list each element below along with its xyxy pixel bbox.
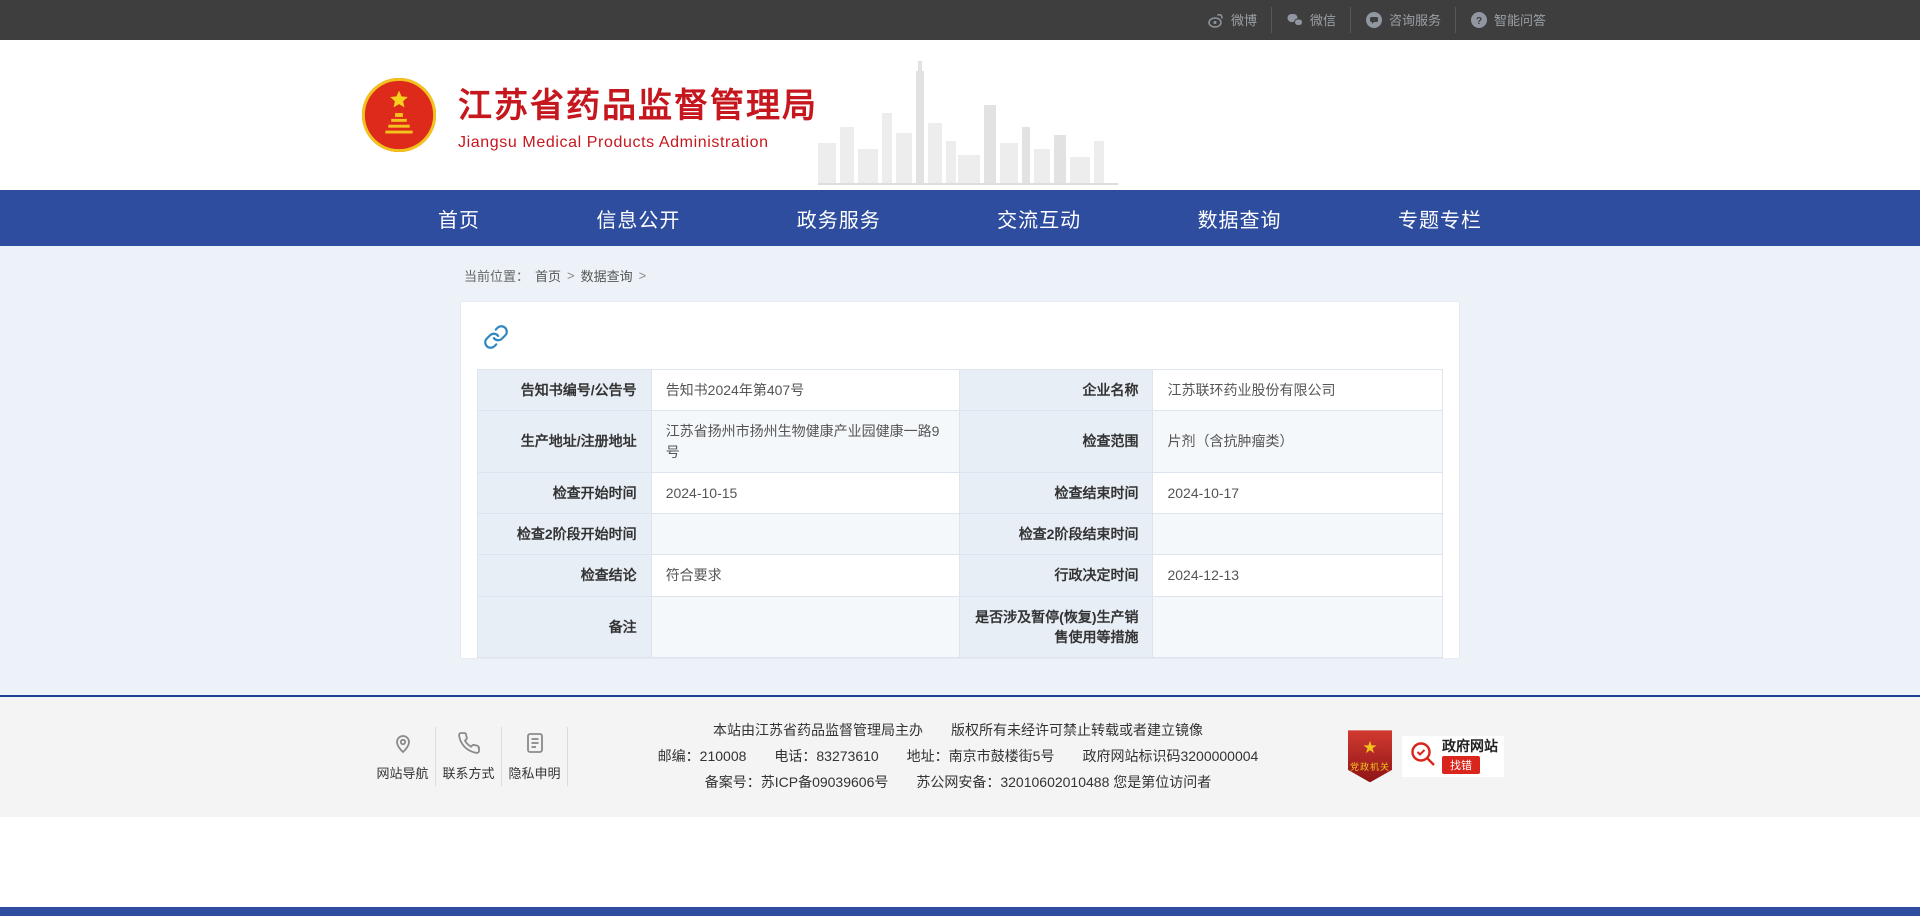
nav-item-special-topics[interactable]: 专题专栏 — [1390, 204, 1490, 233]
table-row: 告知书编号/公告号 告知书2024年第407号 企业名称 江苏联环药业股份有限公… — [478, 370, 1443, 411]
field-label: 检查开始时间 — [478, 472, 652, 513]
site-header: 江苏省药品监督管理局 Jiangsu Medical Products Admi… — [0, 40, 1920, 190]
footer-link-label: 联系方式 — [436, 763, 501, 782]
field-value: 2024-10-17 — [1153, 472, 1443, 513]
footer-inner: 网站导航 联系方式 隐私申明 本站由江苏省药品监督管理局主办 版权所有未经许可禁… — [360, 717, 1560, 795]
topbar-wechat-link[interactable]: 微信 — [1271, 7, 1350, 33]
field-label: 企业名称 — [960, 370, 1153, 411]
field-value: 2024-10-15 — [651, 472, 960, 513]
nav-item-home[interactable]: 首页 — [430, 204, 488, 233]
field-value: 告知书2024年第407号 — [651, 370, 960, 411]
topbar-label: 微博 — [1231, 14, 1257, 27]
footer-link-contact[interactable]: 联系方式 — [436, 727, 502, 786]
footer-line-2: 邮编：210008 电话：83273610 地址：南京市鼓楼街5号 政府网站标识… — [588, 743, 1328, 769]
footer-link-label: 网站导航 — [370, 763, 435, 782]
badge-shield-label: 党政机关 — [1350, 760, 1390, 773]
party-gov-badge[interactable]: ★ 党政机关 — [1348, 730, 1392, 782]
field-value: 片剂（含抗肿瘤类） — [1153, 411, 1443, 473]
nav-item-interaction[interactable]: 交流互动 — [989, 204, 1089, 233]
consult-service-icon — [1365, 11, 1383, 29]
field-value: 2024-12-13 — [1153, 555, 1443, 596]
topbar-label: 咨询服务 — [1389, 14, 1441, 27]
phone-icon — [436, 731, 501, 755]
footer-badges: ★ 党政机关 政府网站 找错 — [1348, 730, 1504, 782]
field-value — [651, 596, 960, 658]
weibo-icon — [1207, 11, 1225, 29]
field-value: 江苏联环药业股份有限公司 — [1153, 370, 1443, 411]
field-label: 检查2阶段开始时间 — [478, 514, 652, 555]
field-label: 生产地址/注册地址 — [478, 411, 652, 473]
footer-links: 网站导航 联系方式 隐私申明 — [370, 727, 568, 786]
topbar-weibo-link[interactable]: 微博 — [1193, 7, 1271, 33]
topbar-label: 微信 — [1310, 14, 1336, 27]
topbar-qa-link[interactable]: ? 智能问答 — [1455, 7, 1560, 33]
main-nav: 首页 信息公开 政务服务 交流互动 数据查询 专题专栏 — [0, 190, 1920, 246]
breadcrumb-prefix: 当前位置： — [464, 266, 529, 285]
topbar: 微博 微信 咨询服务 ? 智能问答 — [0, 0, 1920, 40]
table-row: 生产地址/注册地址 江苏省扬州市扬州生物健康产业园健康一路9号 检查范围 片剂（… — [478, 411, 1443, 473]
field-label: 行政决定时间 — [960, 555, 1153, 596]
footer-info: 本站由江苏省药品监督管理局主办 版权所有未经许可禁止转载或者建立镜像 邮编：21… — [568, 717, 1348, 795]
content-area: 当前位置： 首页 > 数据查询 > 告知书编号/公告号 告知书2024年第407… — [0, 246, 1920, 695]
topbar-consult-link[interactable]: 咨询服务 — [1350, 7, 1455, 33]
field-label: 检查结束时间 — [960, 472, 1153, 513]
magnifier-icon — [1408, 739, 1438, 774]
footer-line-3: 备案号：苏ICP备09039606号 苏公网安备：32010602010488 … — [588, 769, 1328, 795]
table-row: 备注 是否涉及暂停(恢复)生产销售使用等措施 — [478, 596, 1443, 658]
map-pin-icon — [370, 731, 435, 755]
footer-line-1: 本站由江苏省药品监督管理局主办 版权所有未经许可禁止转载或者建立镜像 — [588, 717, 1328, 743]
detail-card: 告知书编号/公告号 告知书2024年第407号 企业名称 江苏联环药业股份有限公… — [460, 301, 1460, 659]
nav-item-data-query[interactable]: 数据查询 — [1190, 204, 1290, 233]
breadcrumb-home-link[interactable]: 首页 — [535, 266, 561, 285]
footer-link-sitemap[interactable]: 网站导航 — [370, 727, 436, 786]
field-label: 告知书编号/公告号 — [478, 370, 652, 411]
link-icon — [483, 324, 509, 355]
site-subtitle: Jiangsu Medical Products Administration — [458, 134, 818, 152]
star-icon: ★ — [1362, 739, 1377, 756]
field-label: 检查2阶段结束时间 — [960, 514, 1153, 555]
breadcrumb: 当前位置： 首页 > 数据查询 > — [460, 246, 1460, 301]
field-label: 备注 — [478, 596, 652, 658]
smart-qa-icon: ? — [1470, 11, 1488, 29]
content-inner: 当前位置： 首页 > 数据查询 > 告知书编号/公告号 告知书2024年第407… — [460, 246, 1460, 659]
footer-link-privacy[interactable]: 隐私申明 — [502, 727, 568, 786]
bottom-blue-strip — [0, 907, 1920, 916]
table-row: 检查2阶段开始时间 检查2阶段结束时间 — [478, 514, 1443, 555]
field-value — [1153, 596, 1443, 658]
nav-item-gov-services[interactable]: 政务服务 — [789, 204, 889, 233]
field-value: 江苏省扬州市扬州生物健康产业园健康一路9号 — [651, 411, 960, 473]
footer-link-label: 隐私申明 — [502, 763, 567, 782]
footer: 网站导航 联系方式 隐私申明 本站由江苏省药品监督管理局主办 版权所有未经许可禁… — [0, 695, 1920, 817]
document-icon — [502, 731, 567, 755]
field-value — [651, 514, 960, 555]
field-label: 是否涉及暂停(恢复)生产销售使用等措施 — [960, 596, 1153, 658]
table-row: 检查结论 符合要求 行政决定时间 2024-12-13 — [478, 555, 1443, 596]
main-nav-inner: 首页 信息公开 政务服务 交流互动 数据查询 专题专栏 — [430, 190, 1490, 246]
badge-find-text: 政府网站 找错 — [1442, 739, 1498, 774]
nav-item-info-disclosure[interactable]: 信息公开 — [588, 204, 688, 233]
breadcrumb-separator: > — [567, 268, 575, 283]
field-value — [1153, 514, 1443, 555]
topbar-label: 智能问答 — [1494, 14, 1546, 27]
inspection-detail-table: 告知书编号/公告号 告知书2024年第407号 企业名称 江苏联环药业股份有限公… — [477, 369, 1443, 658]
title-block: 江苏省药品监督管理局 Jiangsu Medical Products Admi… — [458, 78, 818, 152]
table-row: 检查开始时间 2024-10-15 检查结束时间 2024-10-17 — [478, 472, 1443, 513]
bottom-whitespace — [0, 817, 1920, 907]
wechat-icon — [1286, 11, 1304, 29]
badge-find-top-label: 政府网站 — [1442, 739, 1498, 754]
topbar-inner: 微博 微信 咨询服务 ? 智能问答 — [360, 0, 1560, 40]
site-error-report-badge[interactable]: 政府网站 找错 — [1402, 736, 1504, 777]
national-emblem-logo — [360, 76, 438, 154]
header-inner: 江苏省药品监督管理局 Jiangsu Medical Products Admi… — [360, 40, 1560, 190]
breadcrumb-separator: > — [639, 268, 647, 283]
breadcrumb-data-query-link[interactable]: 数据查询 — [581, 266, 633, 285]
svg-text:?: ? — [1476, 16, 1482, 27]
field-label: 检查范围 — [960, 411, 1153, 473]
badge-find-bottom-label: 找错 — [1442, 756, 1480, 774]
field-value: 符合要求 — [651, 555, 960, 596]
field-label: 检查结论 — [478, 555, 652, 596]
site-title: 江苏省药品监督管理局 — [458, 78, 818, 127]
